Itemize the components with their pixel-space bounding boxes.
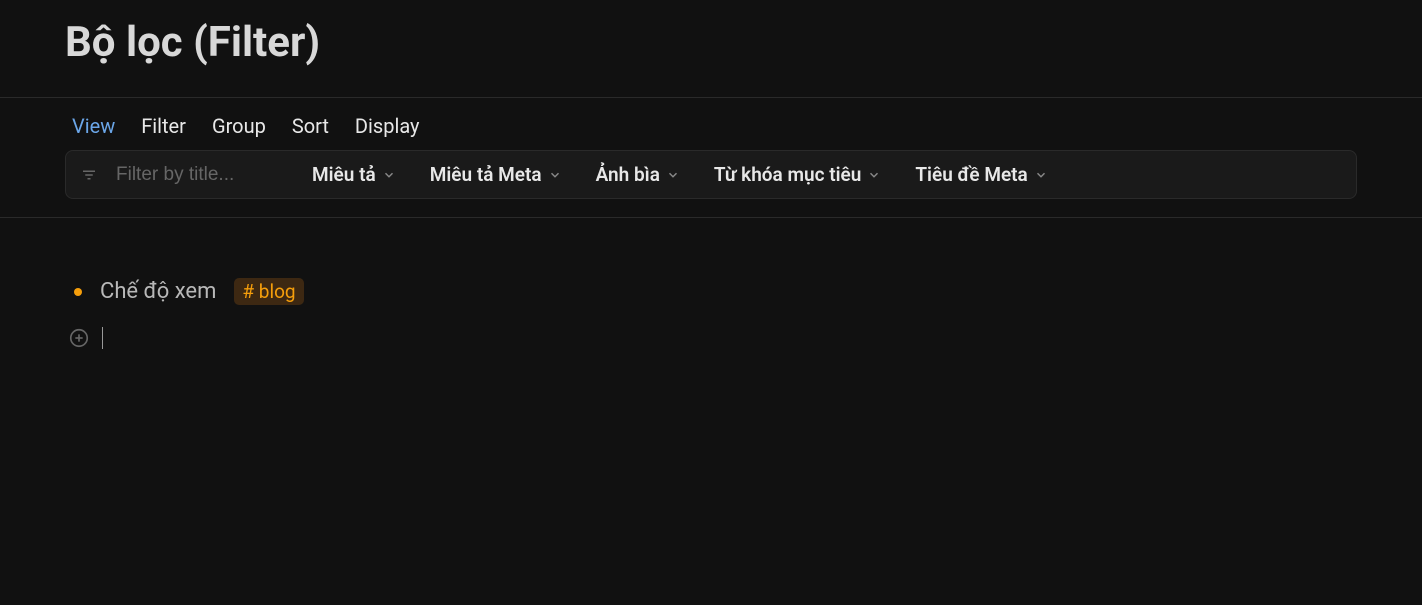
- tab-filter[interactable]: Filter: [141, 114, 186, 138]
- plus-icon[interactable]: [68, 327, 90, 349]
- list-item[interactable]: Chế độ xem # blog: [72, 278, 1350, 305]
- add-row: [72, 327, 1350, 349]
- chevron-down-icon: [548, 168, 562, 182]
- bullet-icon: [74, 288, 82, 296]
- tab-group[interactable]: Group: [212, 114, 266, 138]
- filter-chip-label: Tiêu đề Meta: [915, 163, 1027, 186]
- filter-chip-mieu-ta[interactable]: Miêu tả: [304, 161, 404, 188]
- filter-chip-label: Từ khóa mục tiêu: [714, 163, 861, 186]
- filter-chip-tu-khoa[interactable]: Từ khóa mục tiêu: [706, 161, 889, 188]
- tag-label: # blog: [242, 280, 295, 303]
- content-area: Chế độ xem # blog: [0, 218, 1422, 409]
- filter-input[interactable]: [116, 164, 286, 186]
- header: Bộ lọc (Filter): [0, 0, 1422, 98]
- filter-chip-label: Ảnh bìa: [596, 163, 660, 186]
- filter-chip-anh-bia[interactable]: Ảnh bìa: [588, 161, 688, 188]
- text-cursor: [102, 327, 103, 349]
- chevron-down-icon: [666, 168, 680, 182]
- filter-chip-mieu-ta-meta[interactable]: Miêu tả Meta: [422, 161, 570, 188]
- tab-view[interactable]: View: [72, 114, 115, 138]
- chevron-down-icon: [867, 168, 881, 182]
- tab-sort[interactable]: Sort: [292, 114, 329, 138]
- page-title: Bộ lọc (Filter): [65, 18, 1357, 67]
- chevron-down-icon: [1034, 168, 1048, 182]
- filter-chip-tieu-de-meta[interactable]: Tiêu đề Meta: [907, 161, 1055, 188]
- filter-chip-label: Miêu tả Meta: [430, 163, 542, 186]
- filter-bar: Miêu tả Miêu tả Meta Ảnh bìa Từ khóa mục…: [65, 150, 1357, 199]
- filter-chip-label: Miêu tả: [312, 163, 376, 186]
- tag-blog[interactable]: # blog: [234, 278, 303, 305]
- list-item-text: Chế độ xem: [100, 279, 216, 304]
- chevron-down-icon: [382, 168, 396, 182]
- filter-icon: [80, 166, 98, 184]
- tabs-row: View Filter Group Sort Display: [0, 98, 1422, 150]
- tab-display[interactable]: Display: [355, 114, 420, 138]
